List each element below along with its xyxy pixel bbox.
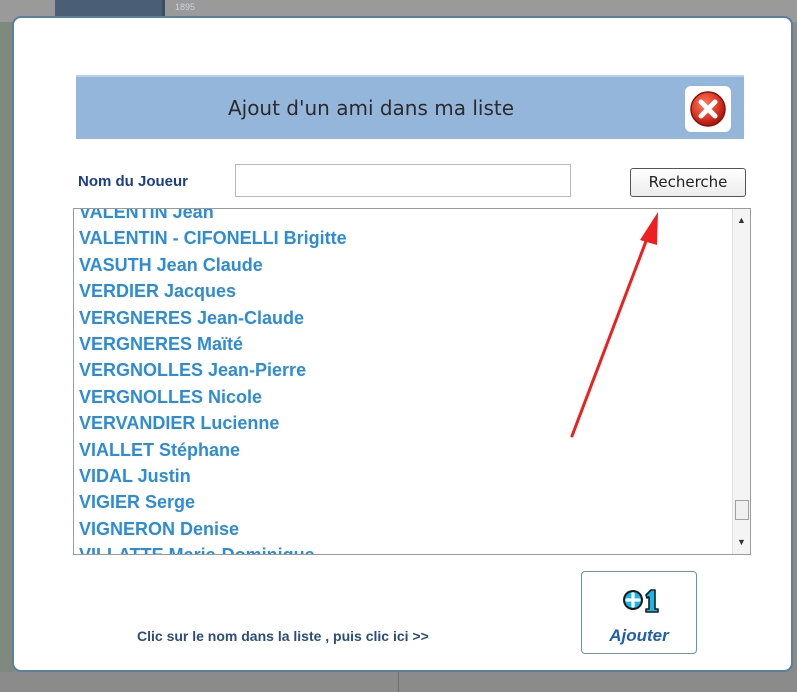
player-list-item[interactable]: VALENTIN Jean (79, 209, 719, 225)
scroll-thumb[interactable] (735, 500, 749, 520)
close-x-icon (690, 91, 726, 127)
player-list-items: VALENTIN Jean VALENTIN - CIFONELLI Brigit… (79, 209, 719, 554)
player-list[interactable]: VALENTIN Jean VALENTIN - CIFONELLI Brigit… (73, 208, 751, 555)
player-name-input[interactable] (235, 164, 571, 197)
player-list-item[interactable]: VASUTH Jean Claude (79, 252, 719, 278)
add-button-label: Ajouter (609, 626, 669, 645)
scroll-up-arrow-icon[interactable]: ▲ (733, 212, 750, 229)
search-button[interactable]: Recherche (630, 168, 746, 197)
player-list-item[interactable]: VIALLET Stéphane (79, 437, 719, 463)
footer-instruction: Clic sur le nom dans la liste , puis cli… (137, 628, 429, 644)
player-list-item[interactable]: VERGNOLLES Jean-Pierre (79, 357, 719, 383)
player-list-item[interactable]: VALENTIN - CIFONELLI Brigitte (79, 225, 719, 251)
player-list-item[interactable]: VERVANDIER Lucienne (79, 410, 719, 436)
player-list-item[interactable]: VERGNERES Maïté (79, 331, 719, 357)
player-list-item[interactable]: VIGIER Serge (79, 489, 719, 515)
player-list-item[interactable]: VIGNERON Denise (79, 516, 719, 542)
dialog-header: Ajout d'un ami dans ma liste (76, 75, 744, 139)
player-name-label: Nom du Joueur (78, 173, 189, 190)
player-list-item[interactable]: VILLATTE Marie-Dominique (79, 542, 719, 554)
player-list-item[interactable]: VIDAL Justin (79, 463, 719, 489)
player-list-item[interactable]: VERDIER Jacques (79, 278, 719, 304)
add-friend-button[interactable]: Ajouter (581, 571, 697, 654)
dialog-title: Ajout d'un ami dans ma liste (227, 96, 515, 120)
player-list-item[interactable]: VERGNERES Jean-Claude (79, 305, 719, 331)
background-logo-text: 1895 (175, 2, 196, 12)
add-friend-dialog: Ajout d'un ami dans ma liste Nom du Joue… (12, 16, 793, 672)
list-scrollbar[interactable]: ▲ ▼ (732, 209, 750, 554)
close-button[interactable] (685, 86, 731, 132)
plus-one-icon (623, 589, 659, 613)
player-list-item[interactable]: VERGNOLLES Nicole (79, 384, 719, 410)
scroll-down-arrow-icon[interactable]: ▼ (733, 534, 750, 551)
background-divider (398, 672, 399, 692)
